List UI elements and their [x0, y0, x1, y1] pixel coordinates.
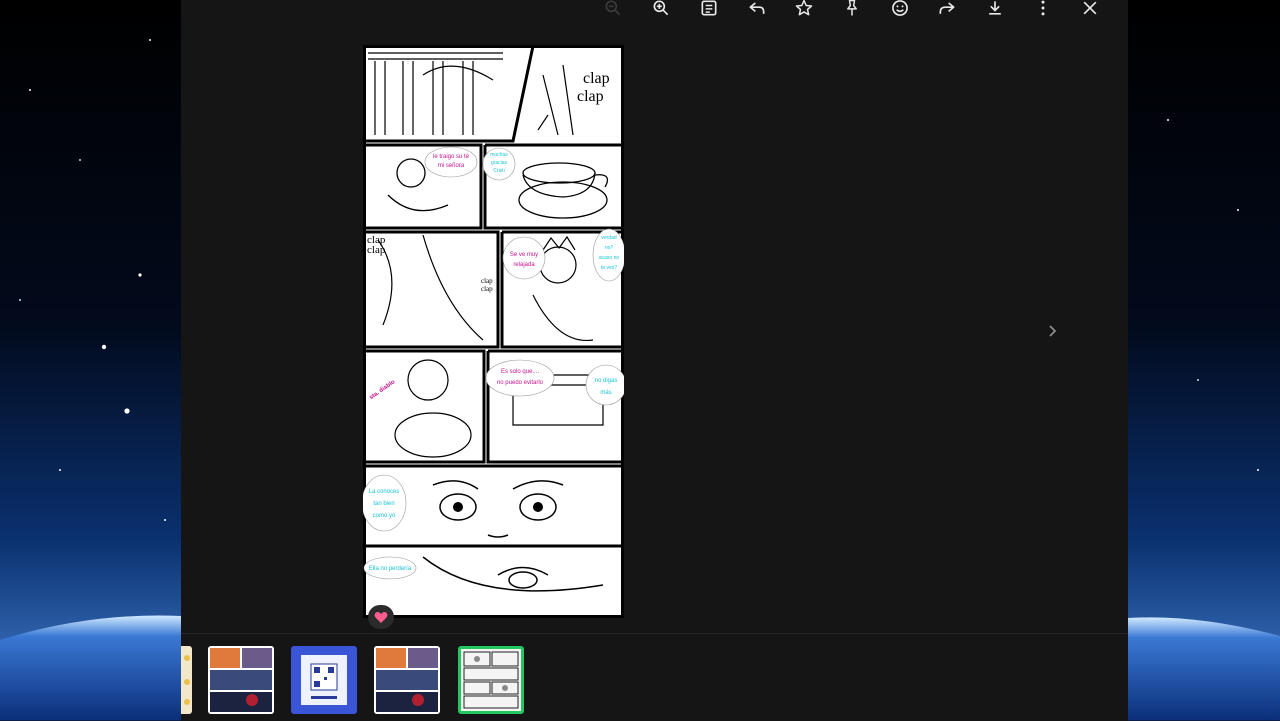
sfx-clap-small-2: clap [481, 285, 493, 293]
reaction-badge[interactable] [368, 605, 394, 629]
desktop-wallpaper-right [1128, 0, 1280, 720]
pin-button[interactable] [838, 0, 866, 22]
download-icon [989, 1, 1001, 15]
bubble-3-line-2: relajada [513, 262, 535, 268]
caption-button[interactable] [695, 0, 723, 22]
reply-icon [749, 2, 765, 14]
thumb-partial[interactable] [181, 646, 192, 714]
bubble-8-line-1: La conoces [369, 489, 400, 495]
desktop-wallpaper-left [0, 0, 181, 720]
bubble-3-line-1: Se ve muy [510, 252, 538, 258]
heart-icon [374, 611, 388, 623]
emoji-button[interactable] [886, 0, 914, 22]
forward-icon [939, 2, 955, 14]
thumb-comic-bw[interactable] [458, 646, 524, 714]
thumb-qr-page[interactable] [291, 646, 357, 714]
pin-icon [847, 0, 857, 16]
more-button[interactable] [1029, 0, 1057, 22]
reply-button[interactable] [743, 0, 771, 22]
comic-image[interactable]: clap clap clap clap clap clap le traigo … [363, 45, 624, 618]
emoji-icon [892, 0, 908, 16]
zoom-in-button[interactable] [647, 0, 675, 22]
bubble-8-line-3: como yo [373, 513, 396, 519]
bubble-7-line-2: más [600, 390, 611, 396]
sfx-clap-top-2: clap [577, 88, 604, 105]
thumb-comic-color-2[interactable] [374, 646, 440, 714]
next-media-button[interactable] [1039, 318, 1065, 344]
bubble-2-line-3: Cristi [493, 168, 504, 174]
zoom-in-icon [653, 0, 669, 16]
thumbnail-strip [181, 633, 1128, 721]
bubble-4-line-1: verdad [601, 235, 617, 241]
chevron-right-icon [1049, 325, 1057, 337]
viewer-toolbar [181, 0, 1128, 18]
close-icon [1083, 1, 1097, 15]
zoom-out-icon [605, 0, 621, 16]
thumb-comic-color-1[interactable] [208, 646, 274, 714]
star-button[interactable] [790, 0, 818, 22]
star-icon [795, 0, 813, 16]
sfx-clap-mid-2: clap [367, 244, 386, 256]
caption-icon [701, 0, 717, 16]
bubble-9: Ella no perdería [369, 566, 412, 572]
forward-button[interactable] [933, 0, 961, 22]
bubble-1-line-2: mi señora [438, 163, 465, 169]
bubble-2-line-1: muchas [490, 152, 508, 158]
sfx-clap-small-1: clap [481, 277, 493, 285]
media-viewer: clap clap clap clap clap clap le traigo … [181, 0, 1128, 721]
more-icon [1041, 0, 1045, 16]
bubble-1-line-1: le traigo su té [433, 154, 470, 160]
bubble-4-line-3: acaso no [599, 255, 620, 261]
bubble-4-line-4: te ves? [601, 265, 617, 271]
bubble-6-line-1: Es solo que.... [501, 369, 539, 375]
bubble-7-line-1: no digas [595, 378, 618, 384]
bubble-6-line-2: no puedo evitarlo [497, 380, 544, 386]
download-button[interactable] [981, 0, 1009, 22]
bubble-8-line-2: tan bien [373, 501, 394, 507]
bubble-4-line-2: no? [605, 245, 614, 251]
sfx-clap-top-1: clap [583, 70, 610, 87]
zoom-out-button[interactable] [599, 0, 627, 22]
close-button[interactable] [1076, 0, 1104, 22]
bubble-2-line-2: gracias [491, 160, 508, 166]
